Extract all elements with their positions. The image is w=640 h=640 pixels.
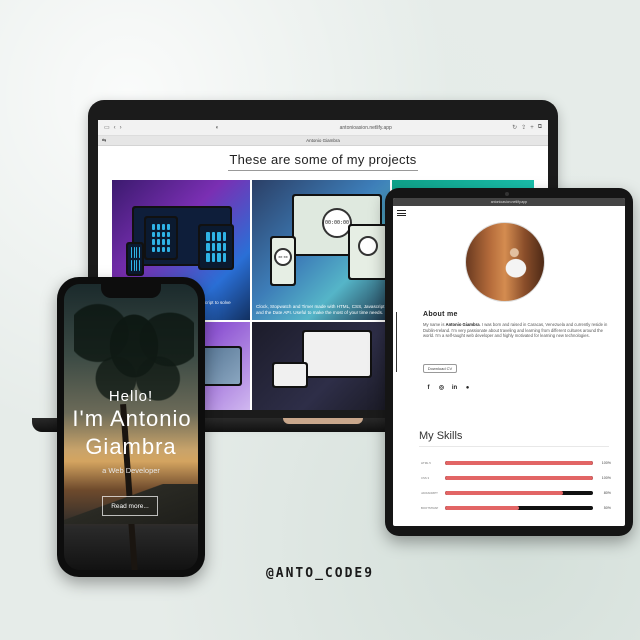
tablet-screen: antonioasion.netlify.app About me My nam… xyxy=(393,198,625,526)
forward-icon[interactable]: › xyxy=(120,125,122,131)
skill-label: JavaScript xyxy=(421,491,438,495)
download-cv-button[interactable]: Download CV xyxy=(423,364,457,373)
clock-readout-small: 00:00 xyxy=(274,248,292,266)
skill-bar xyxy=(445,491,593,495)
skill-bar-fill xyxy=(445,476,593,480)
tab-switch-icon[interactable]: ⇆ xyxy=(102,138,106,144)
address-bar[interactable]: antonioasion.netlify.app xyxy=(223,125,508,131)
reload-icon[interactable]: ↻ xyxy=(512,124,517,131)
skill-bar xyxy=(445,506,593,510)
clock-readout-tablet xyxy=(358,236,378,256)
tab-active[interactable]: Antonio Giambra xyxy=(306,138,340,143)
skill-bar xyxy=(445,476,593,480)
tab-strip: ⇆ Antonio Giambra xyxy=(98,136,548,146)
browser-toolbar: ▭ ‹ › ◐ antonioasion.netlify.app ↻ ⇪ + ⧉ xyxy=(98,120,548,136)
hero-name-line1: I'm Antonio xyxy=(72,406,192,431)
skill-bar-fill xyxy=(445,461,593,465)
hamburger-menu-icon[interactable] xyxy=(397,210,406,216)
avatar xyxy=(465,222,545,302)
instagram-icon[interactable]: ◎ xyxy=(438,384,445,391)
social-links: f ◎ in ● xyxy=(425,384,471,392)
project-caption: …script to solve xyxy=(198,300,231,305)
mini-phone-image: 00:00 xyxy=(270,236,296,286)
skill-bar xyxy=(445,461,593,465)
mini-tablet-image-2 xyxy=(198,224,234,270)
skill-bar-fill xyxy=(445,491,564,495)
skill-percent: 80% xyxy=(603,491,611,495)
project-caption: Clock, Stopwatch and Timer made with HTM… xyxy=(256,304,385,315)
skill-label: Bootstrap xyxy=(421,506,439,510)
linkedin-icon[interactable]: in xyxy=(451,384,458,391)
phone-mockup: Hello! I'm Antonio Giambra a Web Develop… xyxy=(57,277,205,577)
skill-percent: 100% xyxy=(601,461,611,465)
phone-screen: Hello! I'm Antonio Giambra a Web Develop… xyxy=(64,284,198,570)
skill-percent: 50% xyxy=(603,506,611,510)
skill-row: HTML 5 100% xyxy=(421,460,611,466)
hero-hello: Hello! xyxy=(108,388,154,405)
skill-row: Bootstrap 50% xyxy=(421,505,611,511)
projects-heading: These are some of my projects xyxy=(229,152,417,167)
project-card-5[interactable] xyxy=(252,322,390,410)
skill-percent: 100% xyxy=(601,476,611,480)
mini-phone-image xyxy=(126,242,144,276)
author-handle: @ANTO_CODE9 xyxy=(265,566,375,581)
mini-tablet-image xyxy=(144,216,178,260)
skill-row: JavaScript 80% xyxy=(421,490,611,496)
back-icon[interactable]: ‹ xyxy=(114,125,116,131)
mini-laptop-image xyxy=(302,330,372,378)
hero-role: a Web Developer xyxy=(102,466,160,475)
phone-notch xyxy=(101,284,161,298)
projects-heading-underline xyxy=(228,170,418,171)
read-more-button[interactable]: Read more... xyxy=(102,496,158,516)
mini-tablet-image xyxy=(348,224,388,280)
github-icon[interactable]: ● xyxy=(464,384,471,391)
shield-icon: ◐ xyxy=(215,124,220,131)
tablet-address-bar[interactable]: antonioasion.netlify.app xyxy=(393,198,625,206)
tablet-camera xyxy=(505,192,509,196)
new-tab-icon[interactable]: + xyxy=(530,125,534,131)
about-paragraph: My name is Antonio Giambra. I was born a… xyxy=(423,322,608,339)
sidebar-toggle-icon[interactable]: ▭ xyxy=(104,124,110,131)
hero-name-line2: Giambra xyxy=(85,434,177,459)
skill-row: CSS 3 100% xyxy=(421,475,611,481)
mini-tablet-image xyxy=(272,362,308,388)
skills-divider xyxy=(419,446,609,447)
facebook-icon[interactable]: f xyxy=(425,384,432,391)
project-card-clock[interactable]: 00:00:00 00:00 Clock, Stopwatch and Time… xyxy=(252,180,390,320)
skill-label: HTML 5 xyxy=(421,461,431,465)
skill-bar-fill xyxy=(445,506,519,510)
share-icon[interactable]: ⇪ xyxy=(521,124,526,131)
skill-label: CSS 3 xyxy=(421,476,430,480)
tabs-overview-icon[interactable]: ⧉ xyxy=(538,124,542,131)
laptop-trackpad-notch xyxy=(283,418,363,424)
skills-heading: My Skills xyxy=(419,430,463,442)
about-heading: About me xyxy=(423,311,458,318)
tablet-nav xyxy=(393,206,625,220)
tablet-mockup: antonioasion.netlify.app About me My nam… xyxy=(385,188,633,536)
about-divider xyxy=(396,312,397,372)
